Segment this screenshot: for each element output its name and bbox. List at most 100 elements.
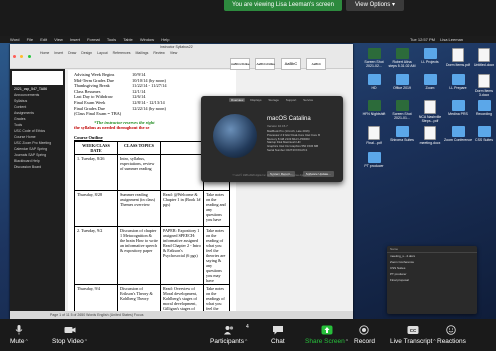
menu-insert[interactable]: Insert: [70, 37, 80, 42]
user-name[interactable]: Lisa Leeman: [440, 37, 463, 42]
desktop-icon-label: Robert Alina steps 5.31.02 AM: [388, 60, 416, 68]
reactions-button[interactable]: Reactions: [437, 325, 466, 345]
desktop-icon[interactable]: Zoom: [416, 74, 444, 90]
desktop-icon[interactable]: Screen Shot 2021-01...: [388, 100, 416, 120]
desktop-icon[interactable]: LL Projects: [416, 48, 444, 64]
desktop-icon[interactable]: LL Prepare: [444, 74, 472, 90]
about-this-mac-window: Overview Displays Storage Support Servic…: [201, 96, 343, 182]
nav-content[interactable]: Content: [14, 105, 61, 109]
menu-format[interactable]: Format: [87, 37, 100, 42]
desktop-icon[interactable]: HFN Nightshift: [360, 100, 388, 116]
style-heading-1[interactable]: AaBbC: [280, 58, 301, 70]
tab-view[interactable]: View: [170, 51, 178, 55]
desktop-icon-label: LL Prepare: [449, 86, 467, 90]
chevron-up-icon[interactable]: ^: [25, 339, 27, 345]
desktop-icon[interactable]: CSS Suites: [470, 126, 496, 142]
style-no-spacing[interactable]: AaBbCcDdEe: [255, 58, 276, 70]
tab-mailings[interactable]: Mailings: [136, 51, 149, 55]
nav-calendar[interactable]: Calendar SAP Spring: [14, 147, 61, 151]
desktop-icon[interactable]: HD: [360, 74, 388, 90]
participants-label: Participants: [210, 338, 244, 345]
style-normal[interactable]: AaBbCcDdEe: [230, 58, 250, 70]
share-screen-button[interactable]: Share Screen^: [305, 325, 348, 345]
participants-button[interactable]: 4 Participants^: [210, 324, 249, 345]
desktop-icon[interactable]: PT producer: [360, 152, 388, 168]
nav-syllabus[interactable]: Syllabus: [14, 99, 61, 103]
desktop-icon[interactable]: Final...pdf: [360, 126, 388, 145]
document-icon: [478, 48, 490, 62]
desktop-icon[interactable]: Untitled.docx: [470, 48, 496, 67]
desktop-icon[interactable]: Robert Alina steps 5.31.02 AM: [388, 48, 416, 68]
nav-tools[interactable]: Tools: [14, 123, 61, 127]
share-screen-label: Share Screen: [305, 338, 345, 345]
view-options-button[interactable]: View Options ▾: [346, 0, 404, 11]
menu-word[interactable]: Word: [10, 37, 19, 42]
tab-layout[interactable]: Layout: [97, 51, 108, 55]
desktop-icon[interactable]: Recording: [470, 100, 496, 116]
participants-icon: [223, 326, 233, 335]
menu-table[interactable]: Table: [123, 37, 133, 42]
tab-draw[interactable]: Draw: [68, 51, 76, 55]
nav-zoom[interactable]: USC Zoom Pro Meeting: [14, 141, 61, 145]
desktop-icon[interactable]: Zoom Conference: [444, 126, 472, 142]
stop-video-button[interactable]: Stop Video^: [52, 325, 87, 345]
video-camera-icon: [64, 327, 76, 333]
chevron-up-icon[interactable]: ^: [346, 339, 348, 345]
reactions-label: Reactions: [437, 338, 466, 345]
canvas-sidebar: 2021_csp_547_TA86 Announcements Syllabus…: [10, 69, 65, 312]
shared-screen: Word File Edit View Insert Format Tools …: [0, 36, 496, 319]
chevron-up-icon[interactable]: ^: [245, 339, 247, 345]
desktop-icon[interactable]: Dorm Items 3.docx: [470, 74, 496, 97]
chat-button[interactable]: Chat: [271, 325, 285, 345]
chevron-up-icon[interactable]: ^: [85, 339, 87, 345]
mute-button[interactable]: Mute^: [10, 325, 28, 345]
desktop-icon-label: CSS Suites: [475, 138, 493, 142]
desktop-icon[interactable]: Medina PRS: [444, 100, 472, 116]
folder-icon: [477, 126, 491, 137]
desktop-icon-label: Screen Shot 2021-01...: [392, 112, 412, 120]
tab-review[interactable]: Review: [153, 51, 164, 55]
live-transcript-button[interactable]: CC Live Transcript^: [390, 325, 436, 345]
chevron-up-icon[interactable]: ^: [433, 339, 435, 345]
desktop-icon[interactable]: Dorm Items.pdf: [444, 48, 472, 67]
folder-icon: [423, 48, 437, 59]
tab-storage[interactable]: Storage: [266, 98, 281, 102]
style-heading-2[interactable]: AaBbC: [306, 58, 327, 70]
maximize-icon[interactable]: [27, 55, 31, 58]
nav-blackboard[interactable]: Blackboard Help: [14, 159, 61, 163]
desktop-icon[interactable]: Screen Shot 2021-02...: [360, 48, 388, 68]
desktop-icon[interactable]: meeting.docx: [416, 126, 444, 145]
nav-ethics[interactable]: USC Code of Ethics: [14, 129, 61, 133]
minimize-icon[interactable]: [20, 55, 24, 58]
tab-design[interactable]: Design: [81, 51, 92, 55]
nav-grades[interactable]: Grades: [14, 117, 61, 121]
tab-home[interactable]: Home: [40, 51, 49, 55]
record-button[interactable]: Record: [354, 325, 375, 345]
menu-edit[interactable]: Edit: [40, 37, 47, 42]
menu-window[interactable]: Window: [140, 37, 154, 42]
folder-icon: [367, 74, 381, 85]
nav-announcements[interactable]: Announcements: [14, 93, 61, 97]
nav-journals[interactable]: Journals SAP Spring: [14, 153, 61, 157]
menu-help[interactable]: Help: [161, 37, 169, 42]
tab-service[interactable]: Service: [301, 98, 315, 102]
desktop-icon-label: Zoom Conference: [444, 138, 473, 142]
chevron-down-icon: ▾: [391, 2, 395, 8]
menu-file[interactable]: File: [27, 37, 33, 42]
tab-references[interactable]: References: [113, 51, 131, 55]
menu-tools[interactable]: Tools: [107, 37, 116, 42]
desktop-icon[interactable]: Shiroma Suites: [388, 126, 416, 142]
tab-overview[interactable]: Overview: [228, 98, 246, 102]
menu-view[interactable]: View: [54, 37, 63, 42]
nav-discussion[interactable]: Discussion Board: [14, 165, 61, 169]
tab-displays[interactable]: Displays: [248, 98, 263, 102]
close-icon[interactable]: [13, 55, 16, 58]
nav-assignments[interactable]: Assignments: [14, 111, 61, 115]
desktop-icon[interactable]: Office 2019: [388, 74, 416, 90]
record-label: Record: [354, 338, 375, 345]
nav-course-home[interactable]: Course Home: [14, 135, 61, 139]
tab-insert[interactable]: Insert: [54, 51, 63, 55]
desktop-icon[interactable]: NCA Nashville Steps...pdf: [416, 100, 444, 123]
finder-row[interactable]: Final proposal: [387, 277, 477, 283]
tab-support[interactable]: Support: [284, 98, 299, 102]
